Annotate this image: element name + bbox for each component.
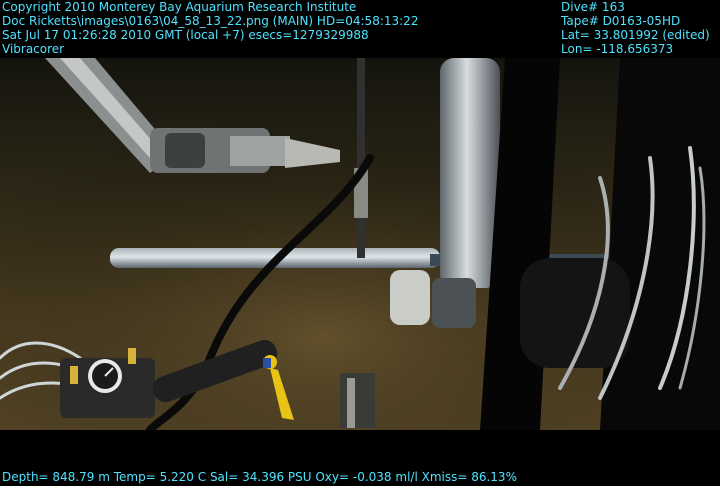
overlay-top-left-line-4: Vibracorer xyxy=(2,42,65,56)
seafloor-scene xyxy=(0,58,720,430)
overlay-latitude: Lat= 33.801992 (edited) xyxy=(561,28,710,42)
overlay-sensor-readout: Depth= 848.79 m Temp= 5.220 C Sal= 34.39… xyxy=(2,470,517,484)
overlay-dive-number: Dive# 163 xyxy=(561,0,625,14)
core-liner-cup xyxy=(390,270,430,325)
overlay-longitude: Lon= -118.656373 xyxy=(561,42,674,56)
instrument-gauge xyxy=(60,348,155,418)
vibracorer-tube xyxy=(440,58,500,288)
overlay-tape-number: Tape# D0163-05HD xyxy=(561,14,681,28)
overlay-top-left-line-2: Doc Ricketts\images\0163\04_58_13_22.png… xyxy=(2,14,419,28)
overlay-top-left-line-3: Sat Jul 17 01:26:28 2010 GMT (local +7) … xyxy=(2,28,369,42)
overlay-top-left-line-1: Copyright 2010 Monterey Bay Aquarium Res… xyxy=(2,0,357,14)
